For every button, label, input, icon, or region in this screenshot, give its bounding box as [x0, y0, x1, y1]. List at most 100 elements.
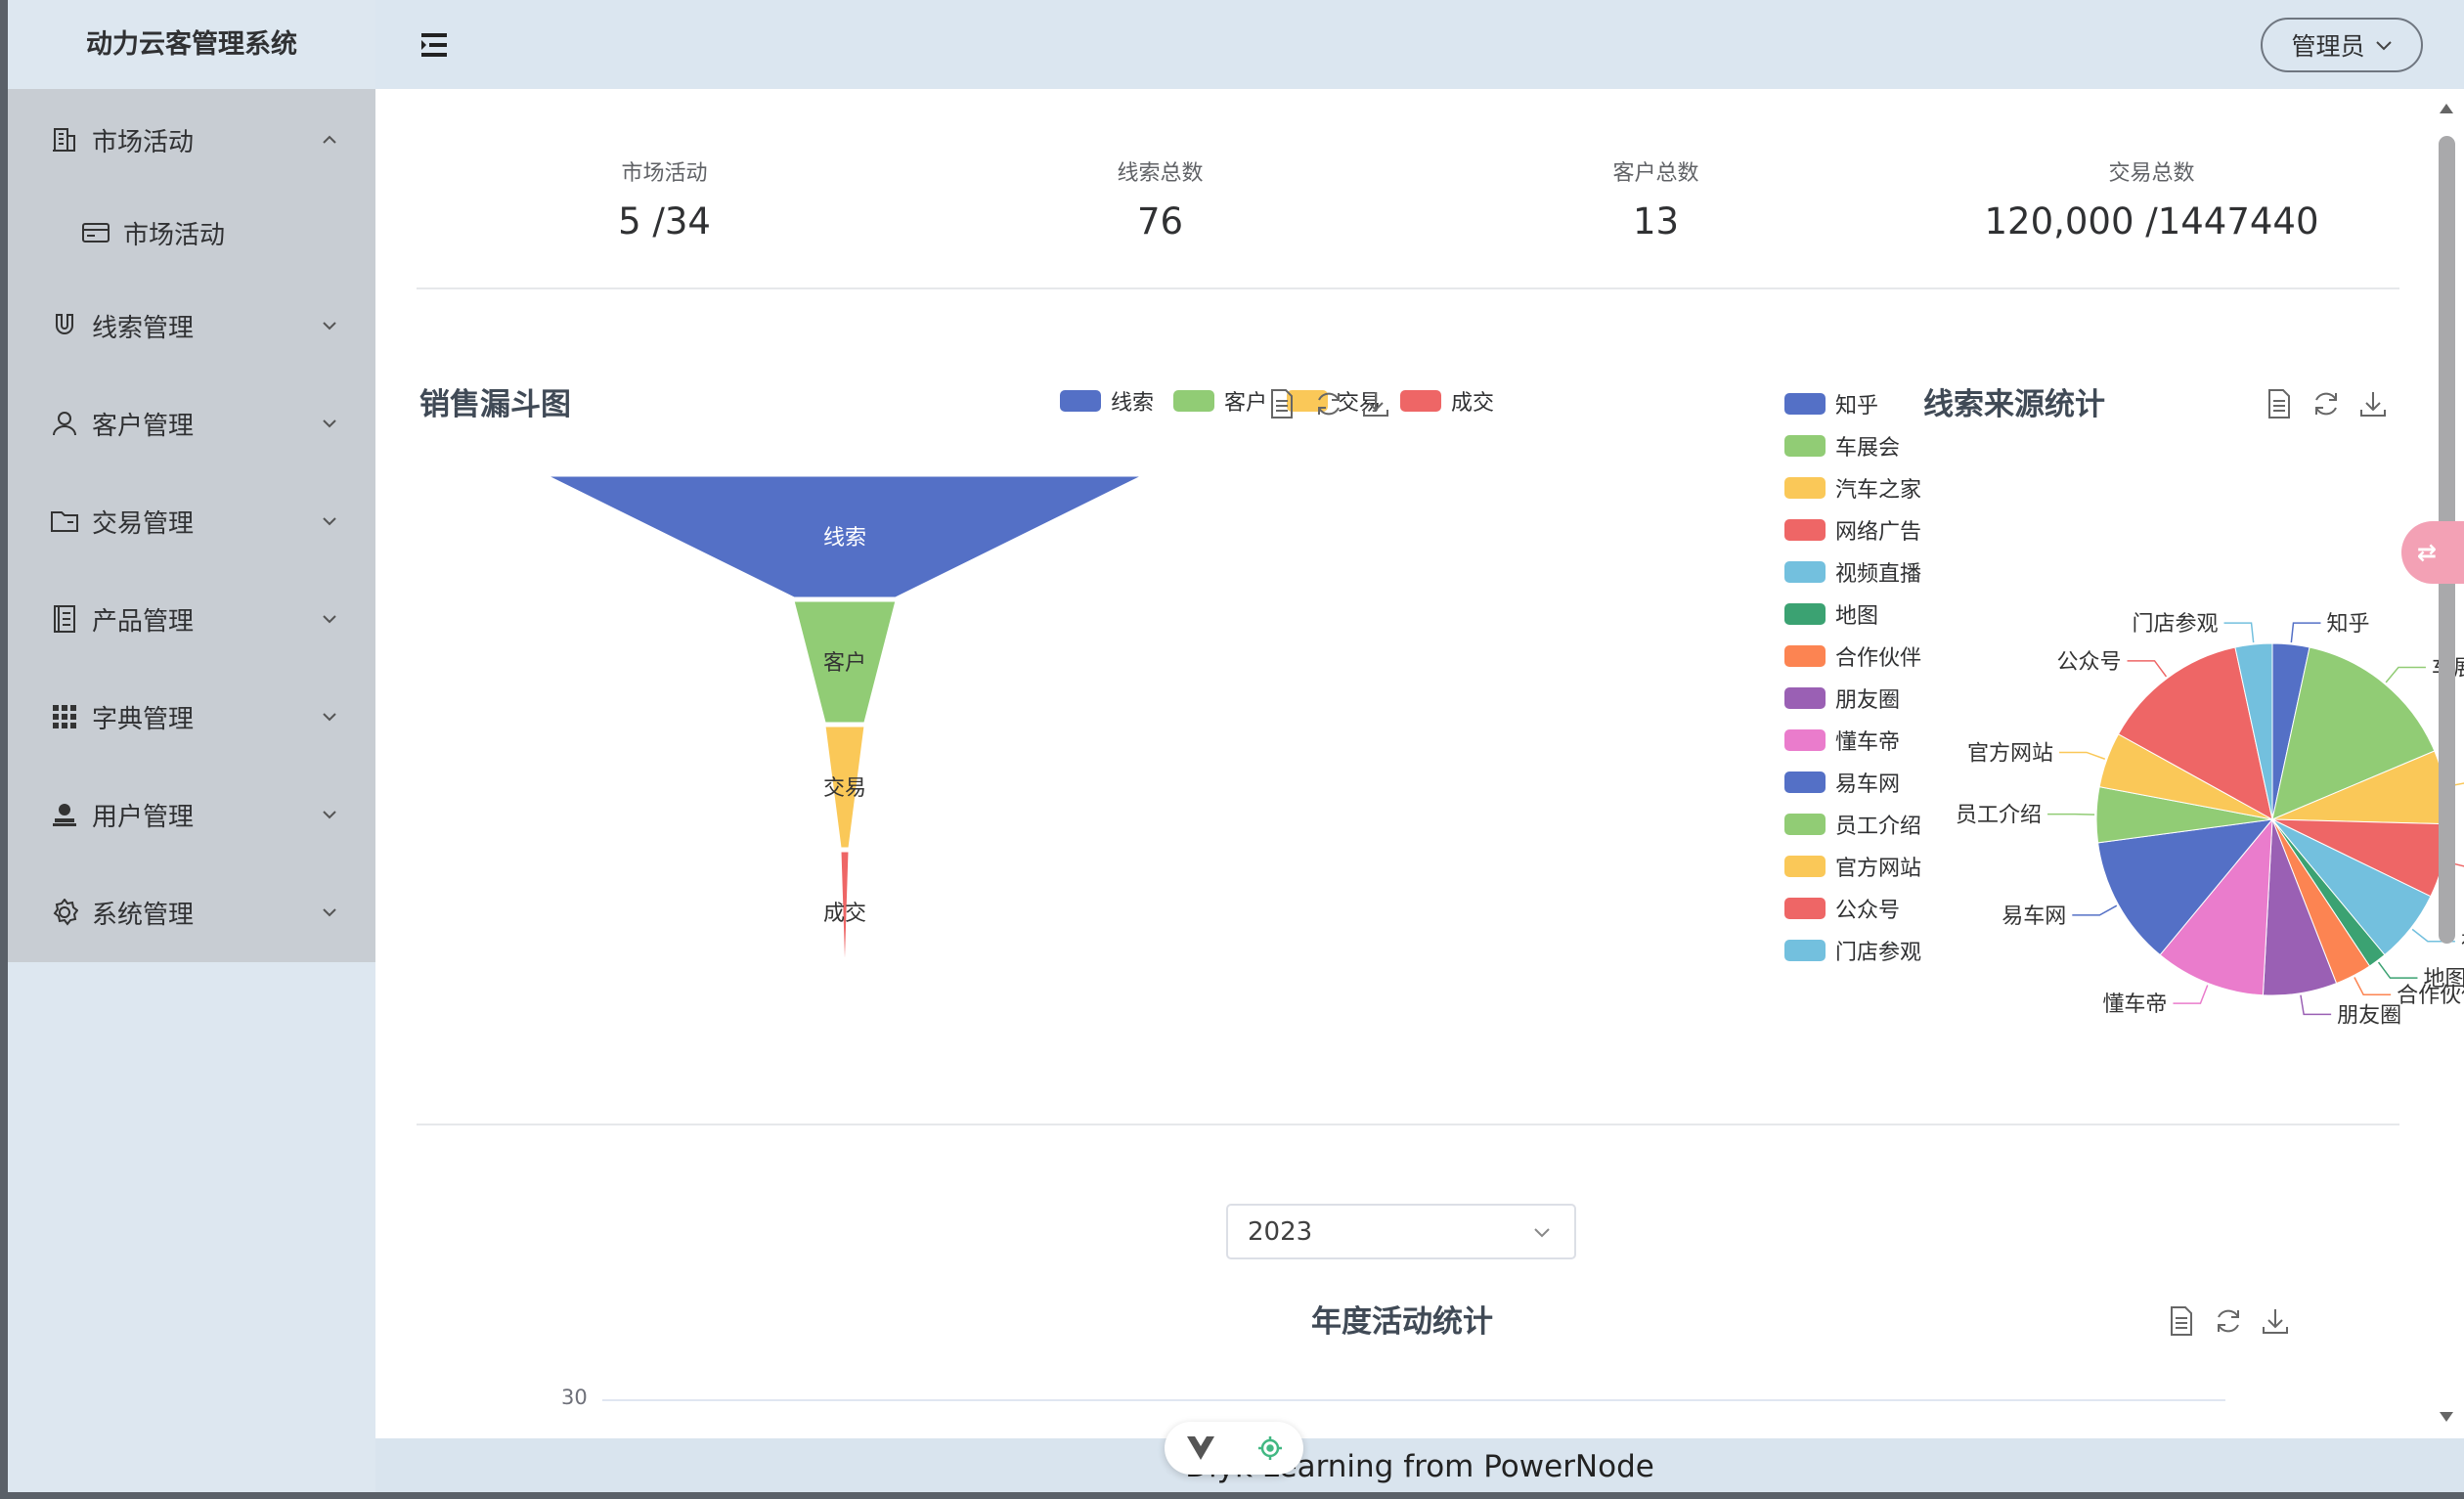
translate-icon: ⇄ [2417, 539, 2438, 566]
funnel-chart-title: 销售漏斗图 [419, 387, 571, 422]
sidebar-item-label: 字典管理 [92, 704, 195, 734]
legend-swatch [1784, 939, 1826, 961]
target-icon[interactable] [1257, 1435, 1283, 1461]
sidebar-item-label: 交易管理 [92, 508, 195, 539]
legend-swatch [1784, 686, 1826, 709]
pie-label: 官方网站 [1967, 741, 2053, 766]
chevron-down-icon [323, 419, 336, 428]
user-menu-button[interactable]: 管理员 [2261, 18, 2423, 72]
legend-swatch [1784, 602, 1826, 625]
scroll-up-icon[interactable] [2439, 103, 2454, 114]
stat-value: 5 /34 [618, 200, 711, 242]
stat-clue: 线索总数 76 [912, 148, 1408, 287]
gridline [602, 1399, 2225, 1401]
sidebar-item-dict[interactable]: 字典管理 [8, 668, 375, 766]
chevron-down-icon [323, 908, 336, 917]
stat-title: 市场活动 [621, 161, 708, 186]
pie-label-line [2047, 813, 2095, 816]
restore-icon[interactable] [2310, 387, 2343, 420]
sidebar-item-label: 产品管理 [92, 606, 195, 637]
legend-label: 线索 [1111, 391, 1155, 416]
year-select[interactable]: 2023 [1226, 1204, 1576, 1259]
scrollbar[interactable] [2429, 89, 2464, 1438]
legend-label: 公众号 [1835, 898, 1901, 923]
legend-swatch [1784, 728, 1826, 751]
pie-label-line [2385, 666, 2426, 683]
pie-chart: 知乎车展会汽车之家网络广告视频直播地图合作伙伴朋友圈懂车帝易车网员工介绍官方网站… [1956, 612, 2464, 1028]
app-window: 动力云客管理系统 市场活动 市场活动 线索管理 客户管理 交易管理 产品管理 字… [8, 0, 2464, 1492]
pie-label-line [2127, 660, 2168, 678]
vue-logo-icon[interactable] [1186, 1435, 1215, 1461]
legend-item[interactable]: 车展会 [1784, 424, 1921, 466]
sidebar-item-clue[interactable]: 线索管理 [8, 277, 375, 375]
scroll-down-icon[interactable] [2439, 1411, 2454, 1423]
data-view-icon[interactable] [2165, 1304, 2198, 1338]
chevron-down-icon [2375, 41, 2392, 51]
chevron-down-icon [323, 322, 336, 331]
sidebar-item-system[interactable]: 系统管理 [8, 863, 375, 961]
legend-swatch [1173, 390, 1215, 412]
sidebar-subitem-activity[interactable]: 市场活动 [8, 189, 375, 277]
legend-swatch [1784, 855, 1826, 877]
sidebar-menu: 市场活动 市场活动 线索管理 客户管理 交易管理 产品管理 字典管理 用户管理 … [8, 89, 375, 962]
legend-label: 地图 [1835, 603, 1879, 629]
pie-label-line [2173, 985, 2209, 1004]
chevron-down-icon [323, 713, 336, 722]
download-icon[interactable] [2356, 387, 2390, 420]
sidebar-item-activity[interactable]: 市场活动 [8, 91, 375, 189]
sidebar-item-label: 市场活动 [123, 220, 226, 250]
sidebar-item-trade[interactable]: 交易管理 [8, 472, 375, 570]
stat-value: 76 [1136, 200, 1184, 242]
stat-activity: 市场活动 5 /34 [417, 148, 912, 287]
magnet-icon [51, 312, 78, 339]
pie-label: 知乎 [2326, 612, 2369, 637]
legend-swatch [1784, 813, 1826, 835]
legend-item[interactable]: 线索 [1060, 385, 1154, 417]
restore-icon[interactable] [1312, 387, 1345, 420]
funnel-label: 线索 [823, 526, 866, 551]
pie-label-line [2058, 751, 2106, 760]
download-icon[interactable] [1359, 387, 1392, 420]
user-menu-label: 管理员 [2291, 32, 2365, 61]
pie-toolbox [2263, 387, 2390, 420]
sidebar-item-customer[interactable]: 客户管理 [8, 375, 375, 472]
legend-swatch [1784, 476, 1826, 499]
stat-title: 客户总数 [1612, 161, 1699, 186]
chevron-down-icon [323, 615, 336, 624]
data-view-icon[interactable] [1265, 387, 1298, 420]
sidebar-item-product[interactable]: 产品管理 [8, 570, 375, 668]
collapse-menu-icon[interactable] [419, 32, 449, 58]
legend-label: 客户 [1224, 391, 1268, 416]
pie-label: 员工介绍 [1956, 804, 2042, 828]
funnel-label: 交易 [823, 776, 866, 801]
legend-label: 易车网 [1835, 772, 1901, 797]
pie-label: 公众号 [2057, 650, 2122, 675]
main-content: 市场活动 5 /34 线索总数 76 客户总数 13 交易总数 120,000 /144… [375, 89, 2464, 1438]
sidebar-item-label: 线索管理 [92, 313, 195, 343]
pie-label: 门店参观 [2133, 612, 2219, 637]
app-title: 动力云客管理系统 [8, 0, 375, 89]
pie-label-line [2223, 622, 2255, 643]
data-view-icon[interactable] [2263, 387, 2296, 420]
legend-label: 朋友圈 [1835, 687, 1901, 713]
funnel-label: 客户 [823, 651, 866, 676]
legend-item[interactable]: 客户 [1173, 385, 1267, 417]
legend-item[interactable]: 成交 [1400, 385, 1494, 417]
sidebar-item-users[interactable]: 用户管理 [8, 766, 375, 863]
download-icon[interactable] [2259, 1304, 2292, 1338]
stat-title: 线索总数 [1117, 161, 1204, 186]
sidebar-item-label: 客户管理 [92, 411, 195, 441]
pie-label-line [2354, 977, 2392, 995]
funnel-toolbox [1265, 387, 1392, 420]
legend-item[interactable]: 知乎 [1784, 382, 1921, 424]
footer: Dlyk Learning from PowerNode [375, 1438, 2464, 1492]
legend-swatch [1784, 518, 1826, 541]
chevron-down-icon [323, 811, 336, 819]
chevron-up-icon [323, 135, 336, 144]
restore-icon[interactable] [2212, 1304, 2245, 1338]
devtools-float[interactable] [1165, 1422, 1303, 1475]
funnel-label: 成交 [823, 902, 866, 926]
pie-label-line [2072, 904, 2118, 916]
legend-swatch [1784, 897, 1826, 919]
translate-float-button[interactable]: ⇄ [2401, 521, 2464, 584]
